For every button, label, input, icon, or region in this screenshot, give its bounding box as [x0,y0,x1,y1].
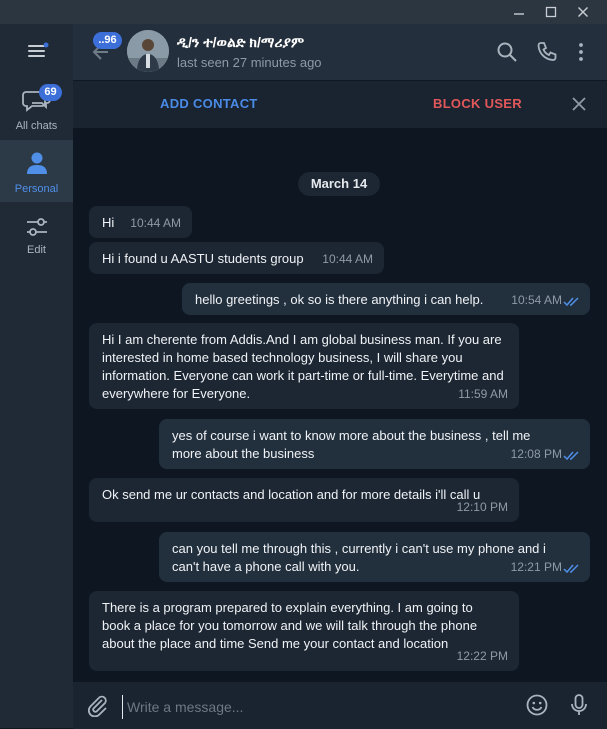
unread-badge: 69 [39,84,62,101]
message-time: 10:54 AM [511,293,562,307]
add-contact-button[interactable]: ADD CONTACT [160,96,258,111]
avatar[interactable] [127,30,169,72]
message-time: 10:44 AM [130,216,181,230]
date-separator: March 14 [298,172,380,196]
message-input[interactable] [122,695,509,719]
more-options-icon[interactable] [569,40,593,64]
chat-title[interactable]: ዲ/ን ተ/ወልድ ክ/ማሪያም [177,34,304,51]
message-bubble-outgoing[interactable]: can you tell me through this , currently… [159,532,590,582]
message-bubble-outgoing[interactable]: hello greetings , ok so is there anythin… [182,283,590,315]
message-bubble-incoming[interactable]: Hi 10:44 AM [89,206,192,238]
message-text: Ok send me ur contacts and location and … [102,487,481,502]
message-bubble-incoming[interactable]: Ok send me ur contacts and location and … [89,478,519,522]
message-time: 12:10 PM [456,500,508,514]
hamburger-menu-icon[interactable] [27,42,49,60]
back-unread-badge: ..96 [93,32,122,49]
sidebar-item-edit[interactable]: Edit [0,204,73,266]
close-icon[interactable] [566,0,600,24]
sidebar-item-personal[interactable]: Personal [0,140,73,202]
last-seen-status: last seen 27 minutes ago [177,55,322,70]
read-checkmarks-icon [563,297,579,307]
read-checkmarks-icon [563,564,579,574]
message-time: 12:08 PM [510,447,562,461]
emoji-icon[interactable] [525,693,549,717]
chat-header: ..96 ዲ/ን ተ/ወልድ ክ/ማሪያም last seen 27 minut… [73,24,607,80]
message-time: 12:22 PM [456,649,508,663]
read-checkmarks-icon [563,451,579,461]
sidebar-item-label: Edit [27,244,46,256]
message-list[interactable]: March 14 Hi 10:44 AM Hi i found u AASTU … [73,128,607,681]
minimize-icon[interactable] [502,0,536,24]
folders-sidebar: 69 All chats Personal Edit [0,24,73,728]
message-time: 12:21 PM [510,560,562,574]
close-icon[interactable] [571,96,587,112]
search-icon[interactable] [495,40,519,64]
phone-call-icon[interactable] [535,40,559,64]
block-user-button[interactable]: BLOCK USER [433,96,522,111]
sidebar-item-label: Personal [14,183,59,195]
message-text: Hi I am cherente from Addis.And I am glo… [102,332,504,401]
person-icon [26,151,48,175]
message-bubble-outgoing[interactable]: yes of course i want to know more about … [159,419,590,469]
sliders-icon [26,218,48,236]
message-time: 11:59 AM [458,387,508,401]
contact-action-bar: ADD CONTACT BLOCK USER [73,80,607,129]
message-bubble-incoming[interactable]: Hi I am cherente from Addis.And I am glo… [89,323,519,409]
message-bubble-incoming[interactable]: Hi i found u AASTU students group 10:44 … [89,242,384,274]
message-text: yes of course i want to know more about … [172,428,531,461]
message-text: There is a program prepared to explain e… [102,600,478,651]
sidebar-item-all-chats[interactable]: 69 All chats [0,78,73,140]
maximize-icon[interactable] [534,0,568,24]
message-composer [73,681,607,729]
paperclip-attach-icon[interactable] [85,693,109,718]
sidebar-item-label: All chats [15,120,58,132]
microphone-icon[interactable] [567,693,591,717]
message-bubble-incoming[interactable]: There is a program prepared to explain e… [89,591,519,671]
message-time: 10:44 AM [322,252,373,266]
window-titlebar [0,0,607,24]
